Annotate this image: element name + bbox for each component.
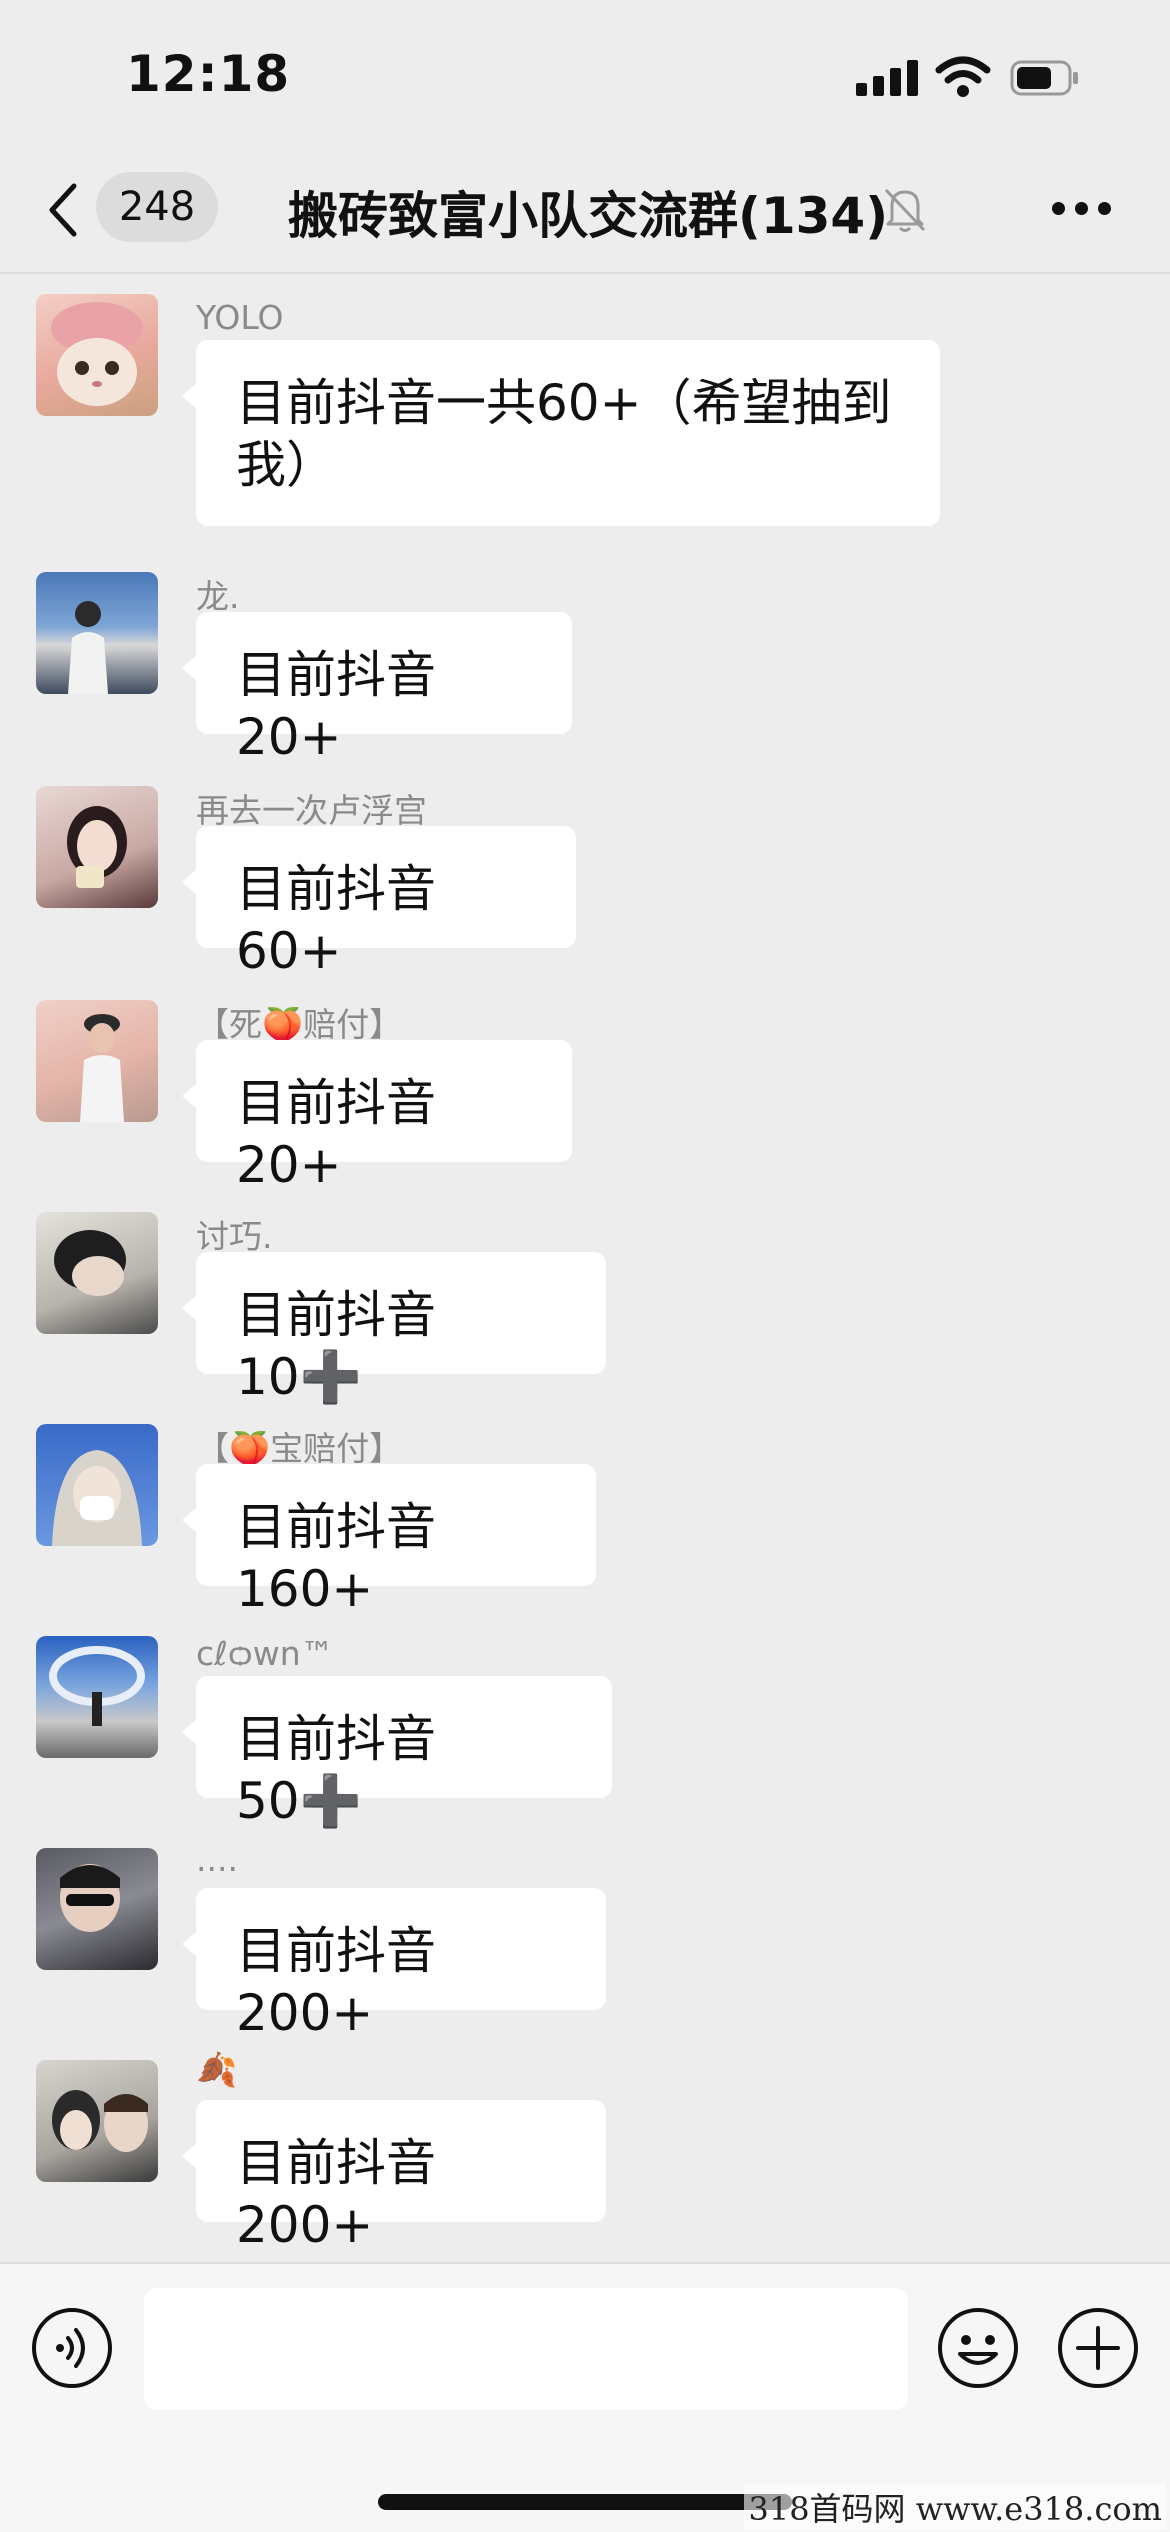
sender-name: .... [196, 1840, 238, 1879]
message-bubble[interactable]: 目前抖音 200+ [182, 1888, 606, 2042]
photo-avatar [49, 1646, 145, 1726]
sender-name: 【死🍑赔付】 [196, 1005, 403, 1044]
message-bubble[interactable]: 目前抖音 20+ [182, 1040, 572, 1194]
home-indicator[interactable] [378, 2494, 792, 2510]
avatar[interactable] [36, 2060, 158, 2182]
message-bubble[interactable]: 目前抖音 20+ [182, 612, 572, 766]
sender-name: cℓѻwn™ [196, 1634, 334, 1673]
message-list[interactable]: YOLO 目前抖音一共60+（希望抽到我） 龙. 目前抖音 20+ 再去一次卢浮… [0, 274, 1170, 2264]
chat-screen: 12:18 248 搬砖致富小队交流群(134) YOLO 目前抖音一共60+（… [0, 0, 1170, 2532]
avatar[interactable] [36, 786, 158, 908]
cellular-signal-icon [856, 60, 918, 96]
message-bubble[interactable]: 目前抖音 160+ [182, 1464, 596, 1618]
bell-muted-icon [884, 188, 926, 232]
status-bar: 12:18 [0, 0, 1170, 150]
sender-name: 讨巧. [196, 1217, 273, 1256]
more-dots-icon[interactable] [1052, 202, 1112, 218]
avatar[interactable] [36, 572, 158, 694]
photo-avatar [68, 601, 108, 694]
sender-name: YOLO [196, 298, 284, 337]
sender-name: 🍂 [196, 2050, 238, 2089]
photo-avatar [52, 2090, 148, 2152]
sender-name: 再去一次卢浮宫 [196, 791, 427, 830]
plus-icon[interactable] [1056, 2306, 1140, 2390]
unread-count-badge[interactable]: 248 [96, 172, 218, 242]
photo-avatar [67, 806, 127, 888]
wifi-icon [935, 56, 991, 97]
message-bubble[interactable]: 目前抖音 10➕ [182, 1252, 606, 1406]
avatar[interactable] [36, 1212, 158, 1334]
emoji-icon[interactable] [936, 2306, 1020, 2390]
photo-avatar [80, 1014, 124, 1122]
avatar[interactable] [36, 1000, 158, 1122]
avatar[interactable] [36, 1424, 158, 1546]
avatar[interactable] [36, 1848, 158, 1970]
message-bubble[interactable]: 目前抖音 200+ [182, 2100, 606, 2254]
photo-avatar [54, 1230, 126, 1296]
avatar[interactable] [36, 1636, 158, 1758]
battery-icon [1010, 60, 1078, 96]
message-bubble[interactable]: 目前抖音 60+ [182, 826, 576, 980]
avatar[interactable] [36, 294, 158, 416]
message-bubble[interactable]: 目前抖音一共60+（希望抽到我） [182, 340, 940, 526]
chevron-left-icon[interactable] [44, 180, 84, 240]
nav-bar: 248 搬砖致富小队交流群(134) [0, 150, 1170, 274]
sender-name: 龙. [196, 577, 240, 616]
chat-title[interactable]: 搬砖致富小队交流群(134) [288, 176, 888, 248]
cat-avatar [51, 302, 143, 406]
message-input[interactable] [144, 2288, 908, 2410]
sender-name: 【🍑宝赔付】 [196, 1429, 403, 1468]
voice-icon[interactable] [30, 2306, 114, 2390]
photo-avatar [52, 1450, 142, 1546]
status-time: 12:18 [126, 45, 291, 103]
message-bubble[interactable]: 目前抖音 50➕ [182, 1676, 612, 1830]
photo-avatar [60, 1864, 120, 1932]
watermark: 318首码网 www.e318.com [744, 2484, 1166, 2530]
